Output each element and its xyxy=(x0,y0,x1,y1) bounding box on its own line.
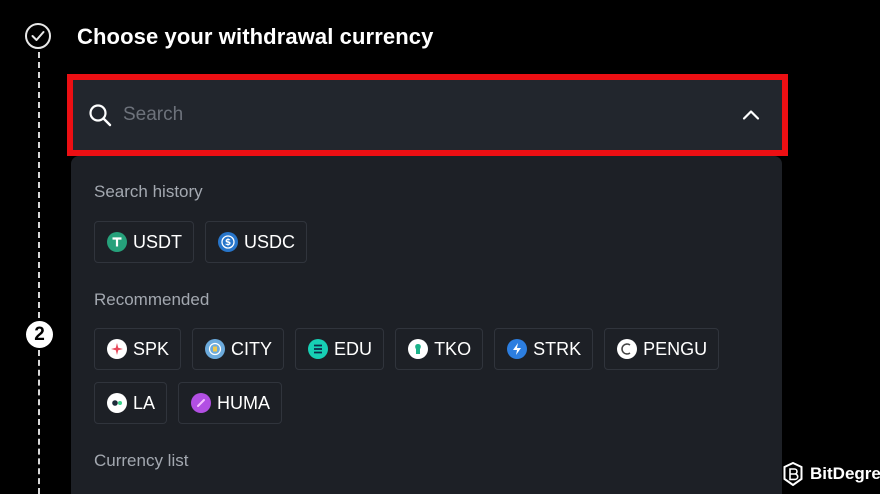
step-completed-check-icon xyxy=(25,23,51,49)
currency-chip-usdc[interactable]: $ USDC xyxy=(205,221,308,263)
recommended-label: Recommended xyxy=(94,290,210,309)
currency-chip-spk[interactable]: SPK xyxy=(94,328,182,370)
currency-chip-usdt[interactable]: USDT xyxy=(94,221,194,263)
currency-chip-edu[interactable]: EDU xyxy=(295,328,385,370)
currency-chip-city[interactable]: CITY xyxy=(192,328,285,370)
search-history-label: Search history xyxy=(94,182,203,201)
currency-list-label: Currency list xyxy=(94,451,189,470)
stepper-connector xyxy=(38,52,40,318)
huma-icon xyxy=(191,393,212,413)
currency-chip-strk[interactable]: STRK xyxy=(494,328,594,370)
la-icon xyxy=(107,393,127,413)
spk-icon xyxy=(107,339,127,359)
bitdegree-watermark: BitDegree xyxy=(783,462,880,486)
section-title: Choose your withdrawal currency xyxy=(77,24,434,49)
watermark-text: BitDegree xyxy=(810,464,880,483)
edu-icon xyxy=(308,339,329,359)
step-number-badge: 2 xyxy=(26,321,53,348)
currency-symbol: PENGU xyxy=(643,338,708,359)
bitdegree-logo-icon xyxy=(783,462,803,486)
search-history-list: USDT $ USDC xyxy=(94,221,308,263)
currency-symbol: STRK xyxy=(533,338,582,359)
usdc-icon: $ xyxy=(218,232,238,252)
currency-dropdown: Search history USDT $ USDC Recommended S… xyxy=(71,156,782,494)
tko-icon xyxy=(408,339,429,359)
withdrawal-page: 2 Choose your withdrawal currency Search… xyxy=(0,0,880,494)
search-input[interactable] xyxy=(121,94,740,136)
currency-chip-tko[interactable]: TKO xyxy=(395,328,484,370)
currency-symbol: EDU xyxy=(334,338,373,359)
city-icon xyxy=(205,339,226,359)
currency-symbol: USDC xyxy=(244,231,296,252)
svg-text:$: $ xyxy=(225,238,231,248)
currency-symbol: HUMA xyxy=(217,392,271,413)
currency-symbol: SPK xyxy=(133,338,170,359)
currency-symbol: CITY xyxy=(231,338,273,359)
pengu-icon xyxy=(617,339,638,359)
currency-symbol: TKO xyxy=(434,338,472,359)
currency-symbol: USDT xyxy=(133,231,182,252)
currency-chip-huma[interactable]: HUMA xyxy=(178,382,283,424)
stepper-connector xyxy=(38,350,40,494)
currency-symbol: LA xyxy=(133,392,156,413)
recommended-list: SPK CITY EDU TKO STRK PENGU xyxy=(94,328,720,370)
currency-chip-pengu[interactable]: PENGU xyxy=(604,328,720,370)
currency-chip-la[interactable]: LA xyxy=(94,382,168,424)
currency-search-box[interactable] xyxy=(73,80,782,150)
recommended-list-row-2: LA HUMA xyxy=(94,382,283,424)
search-icon xyxy=(87,102,113,128)
chevron-up-icon[interactable] xyxy=(740,104,762,126)
tether-icon xyxy=(107,232,127,252)
strk-icon xyxy=(507,339,528,359)
